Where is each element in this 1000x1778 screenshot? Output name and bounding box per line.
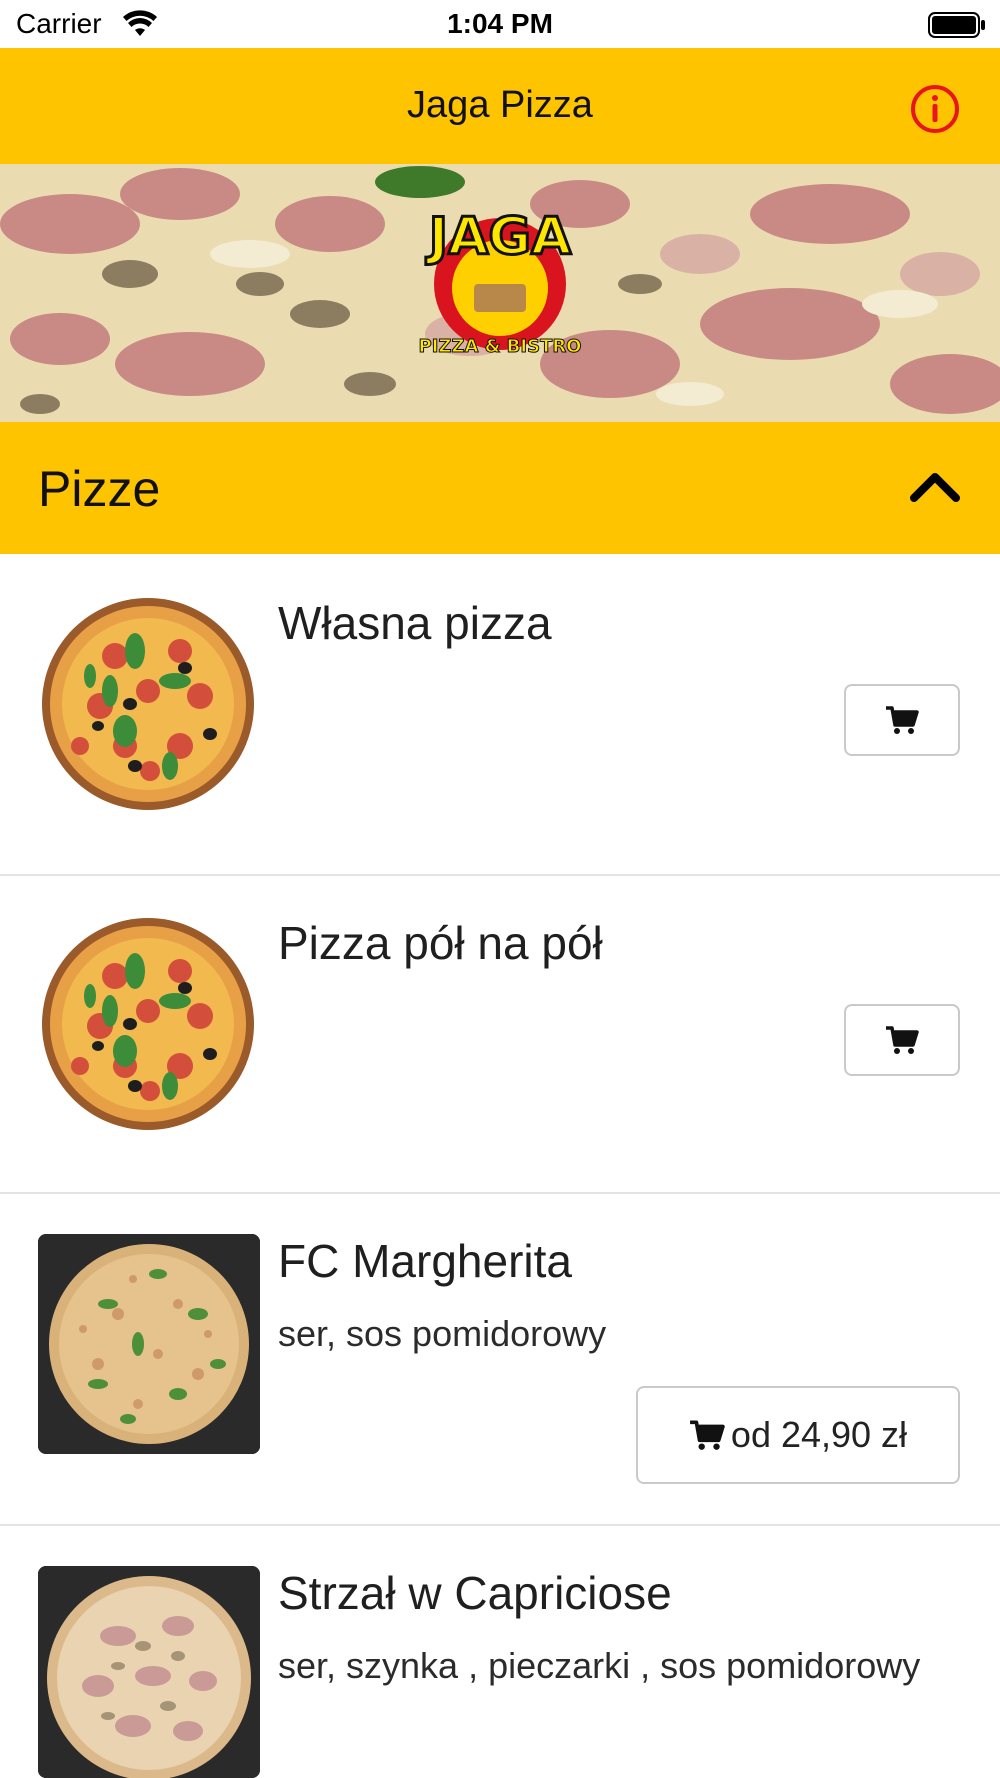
pizza-thumbnail [40,596,256,812]
nav-title: Jaga Pizza [407,84,593,126]
add-to-cart-button[interactable] [844,1004,960,1076]
pizza-thumbnail [38,1566,260,1778]
menu-item[interactable]: FC Margherita ser, sos pomidorowy od 24,… [0,1194,1000,1526]
item-name: FC Margherita [278,1235,572,1287]
section-title: Pizze [38,461,161,517]
cart-icon [689,1420,725,1450]
battery-icon [928,12,985,38]
item-description: ser, szynka , pieczarki , sos pomidorowy [278,1645,921,1686]
cart-icon [886,1026,919,1054]
menu-item[interactable]: Strzał w Capriciose ser, szynka , piecza… [0,1526,1000,1778]
status-bar: Carrier 1:04 PM [0,0,1000,48]
item-price: od 24,90 zł [730,1414,908,1455]
item-name: Pizza pół na pół [278,917,603,969]
svg-text:JAGA: JAGA [426,207,572,267]
chevron-up-icon[interactable] [908,466,962,506]
status-time: 1:04 PM [447,8,553,39]
hero-banner: JAGA PIZZA & BISTRO [0,164,1000,422]
menu-item[interactable]: Własna pizza [0,556,1000,876]
pizza-thumbnail [38,1234,260,1454]
item-name: Strzał w Capriciose [278,1567,672,1619]
add-to-cart-button[interactable] [844,684,960,756]
hero-pizza-image: JAGA PIZZA & BISTRO [0,164,1000,422]
navigation-bar: Jaga Pizza [0,48,1000,164]
section-header-pizze[interactable]: Pizze [0,422,1000,554]
item-name: Własna pizza [278,597,552,649]
menu-item[interactable]: Pizza pół na pół [0,876,1000,1194]
svg-text:PIZZA & BISTRO: PIZZA & BISTRO [419,336,582,357]
pizza-thumbnail [40,916,256,1132]
item-description: ser, sos pomidorowy [278,1313,607,1354]
cart-icon [886,706,919,734]
info-circle-icon[interactable] [910,84,960,134]
add-to-cart-price-button[interactable]: od 24,90 zł [636,1386,960,1484]
